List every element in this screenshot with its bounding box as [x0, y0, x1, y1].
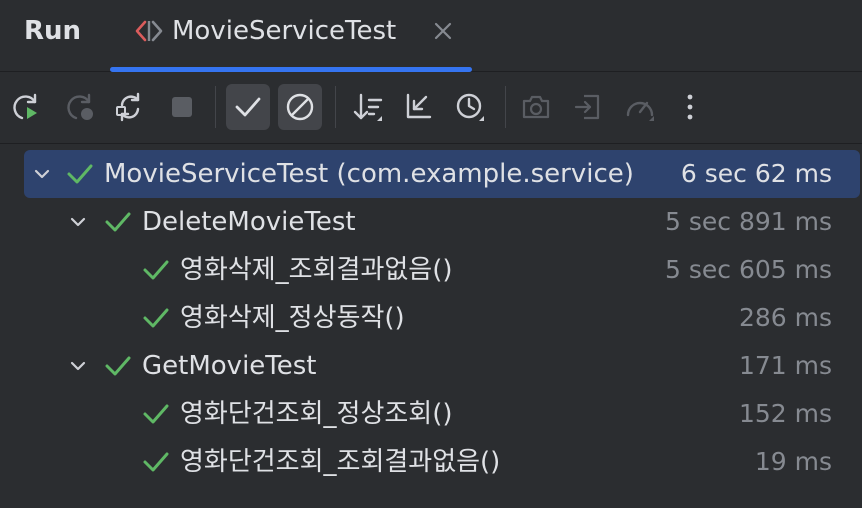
test-method-label: 영화삭제_조회결과없음()	[180, 255, 453, 285]
test-duration: 5 sec 605 ms	[665, 255, 832, 284]
toolbar-separator	[335, 86, 336, 128]
more-options-button[interactable]	[668, 84, 712, 130]
passed-check-icon	[104, 209, 132, 235]
chevron-down-icon[interactable]	[68, 356, 88, 376]
toggle-auto-test-button[interactable]	[108, 84, 152, 130]
test-duration: 286 ms	[738, 303, 832, 332]
test-duration: 152 ms	[738, 399, 832, 428]
ignored-icon	[286, 93, 314, 121]
rerun-button[interactable]	[4, 84, 48, 130]
rerun-icon	[13, 93, 37, 120]
auto-test-icon	[116, 92, 140, 122]
tree-row-class[interactable]: DeleteMovieTest 5 sec 891 ms	[24, 198, 860, 246]
sort-alphabetically-button[interactable]	[346, 84, 390, 130]
sort-icon	[353, 93, 383, 121]
panel-title: Run	[24, 16, 82, 46]
gauge-icon	[626, 101, 654, 121]
show-passed-button[interactable]	[226, 84, 270, 130]
test-run-icon	[134, 18, 164, 44]
tree-row-method[interactable]: 영화삭제_정상동작() 286 ms	[24, 294, 860, 342]
tree-row-class[interactable]: GetMovieTest 171 ms	[24, 342, 860, 390]
rerun-failed-button[interactable]	[58, 84, 102, 130]
check-icon	[235, 97, 261, 117]
test-method-label: 영화단건조회_정상조회()	[180, 399, 453, 429]
test-method-label: 영화삭제_정상동작()	[180, 303, 405, 333]
test-toolbar	[0, 72, 862, 144]
import-icon	[574, 94, 600, 120]
show-ignored-button[interactable]	[278, 84, 322, 130]
test-suite-label: MovieServiceTest (com.example.service)	[104, 159, 634, 189]
toolbar-separator	[505, 86, 506, 128]
toolbar-separator	[215, 86, 216, 128]
test-duration: 19 ms	[754, 447, 832, 476]
more-vertical-icon	[687, 94, 693, 120]
import-tests-button[interactable]	[566, 84, 610, 130]
test-duration: 171 ms	[738, 351, 832, 380]
test-method-label: 영화단건조회_조회결과없음()	[180, 447, 501, 477]
test-duration: 6 sec 62 ms	[680, 159, 832, 188]
sort-by-duration-button[interactable]	[448, 84, 492, 130]
passed-check-icon	[104, 353, 132, 379]
tree-row-method[interactable]: 영화단건조회_조회결과없음() 19 ms	[24, 438, 860, 486]
stop-button[interactable]	[160, 84, 204, 130]
tree-row-method[interactable]: 영화단건조회_정상조회() 152 ms	[24, 390, 860, 438]
run-tool-window: Run MovieServiceTest MovieServiceTest (c…	[0, 0, 862, 508]
collapse-icon	[406, 93, 432, 119]
profiler-button[interactable]	[618, 84, 662, 130]
test-class-label: GetMovieTest	[142, 351, 317, 381]
tab-movieservicetest[interactable]: MovieServiceTest	[110, 0, 472, 72]
rerun-failed-icon	[67, 93, 93, 120]
clock-icon	[456, 93, 484, 121]
tab-bar: Run MovieServiceTest	[0, 0, 862, 72]
tree-row-root[interactable]: MovieServiceTest (com.example.service) 6…	[24, 150, 860, 198]
camera-icon	[522, 95, 550, 119]
test-duration: 5 sec 891 ms	[665, 207, 832, 236]
passed-check-icon	[66, 161, 94, 187]
close-icon[interactable]	[430, 18, 456, 44]
stop-icon	[172, 97, 192, 117]
passed-check-icon	[142, 401, 170, 427]
passed-check-icon	[142, 449, 170, 475]
passed-check-icon	[142, 305, 170, 331]
test-class-label: DeleteMovieTest	[142, 207, 356, 237]
tree-row-method[interactable]: 영화삭제_조회결과없음() 5 sec 605 ms	[24, 246, 860, 294]
chevron-down-icon[interactable]	[32, 164, 52, 184]
passed-check-icon	[142, 257, 170, 283]
collapse-all-button[interactable]	[396, 84, 440, 130]
chevron-down-icon[interactable]	[68, 212, 88, 232]
export-screenshot-button[interactable]	[514, 84, 558, 130]
tab-label: MovieServiceTest	[172, 16, 397, 46]
